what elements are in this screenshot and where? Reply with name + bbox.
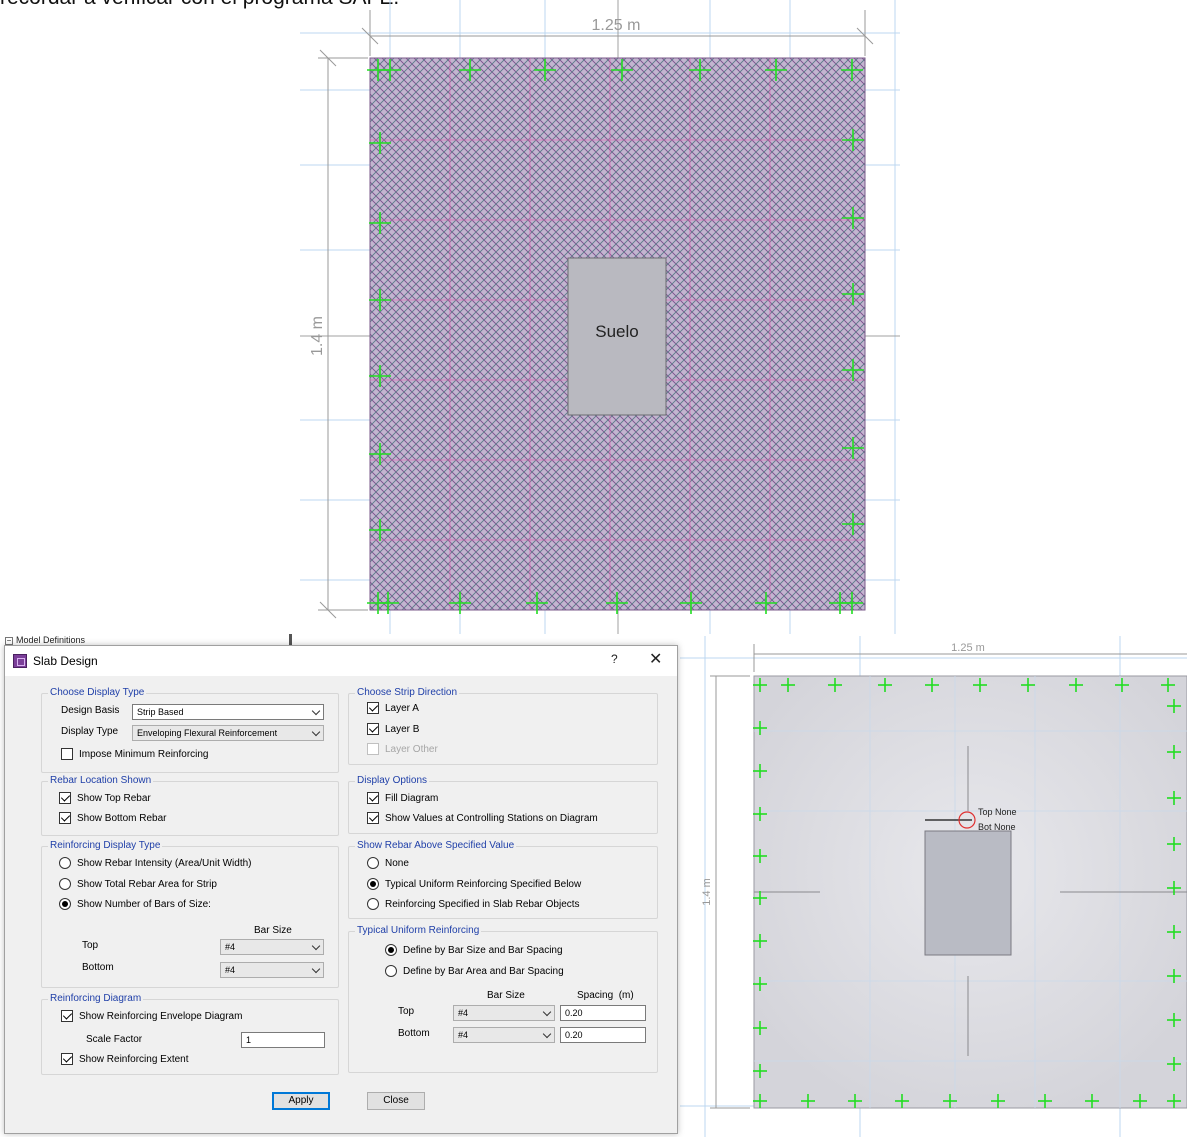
chevron-down-icon bbox=[542, 1007, 552, 1017]
show-values-checkbox[interactable]: Show Values at Controlling Stations on D… bbox=[367, 812, 598, 824]
top-bar-label: Top bbox=[82, 940, 99, 951]
uniform-top-label: Top bbox=[398, 1006, 415, 1017]
checkbox-box[interactable] bbox=[367, 702, 379, 714]
radio-circle[interactable] bbox=[385, 944, 397, 956]
display-type-label: Display Type bbox=[61, 726, 119, 737]
tree-model-definitions[interactable]: − Model Definitions bbox=[5, 635, 85, 645]
scale-factor-input[interactable]: 1 bbox=[241, 1032, 325, 1048]
top-bar-size-select[interactable]: #4 bbox=[220, 939, 324, 955]
group-title-display-options: Display Options bbox=[355, 775, 430, 786]
show-bottom-rebar-checkbox[interactable]: Show Bottom Rebar bbox=[59, 812, 167, 824]
tree-expand-icon[interactable]: − bbox=[5, 637, 13, 645]
slab-plan-top: Suelo 1.25 m 1.4 m bbox=[300, 0, 900, 634]
checkbox-box[interactable] bbox=[367, 792, 379, 804]
group-title-typical-uniform: Typical Uniform Reinforcing bbox=[355, 925, 482, 936]
group-title-reinforcing-diagram: Reinforcing Diagram bbox=[48, 993, 144, 1004]
rebar-above-none-radio[interactable]: None bbox=[367, 857, 409, 869]
slab-plan-bottom: Top None Bot None 1.25 m 1.4 m bbox=[680, 636, 1187, 1137]
radio-circle[interactable] bbox=[367, 857, 379, 869]
group-title-reinforcing-display: Reinforcing Display Type bbox=[48, 840, 163, 851]
uniform-bottom-label: Bottom bbox=[398, 1028, 430, 1039]
checkbox-box[interactable] bbox=[59, 792, 71, 804]
bot-rebar-label: Bot None bbox=[978, 822, 1016, 832]
checkbox-box[interactable] bbox=[61, 1053, 73, 1065]
checkbox-box[interactable] bbox=[61, 748, 73, 760]
show-top-rebar-checkbox[interactable]: Show Top Rebar bbox=[59, 792, 151, 804]
layer-other-checkbox: Layer Other bbox=[367, 743, 438, 755]
group-title-strip-direction: Choose Strip Direction bbox=[355, 687, 460, 698]
apply-button[interactable]: Apply bbox=[272, 1092, 330, 1110]
chevron-down-icon bbox=[542, 1029, 552, 1039]
impose-minimum-checkbox[interactable]: Impose Minimum Reinforcing bbox=[61, 748, 209, 760]
group-title-rebar-above: Show Rebar Above Specified Value bbox=[355, 840, 517, 851]
width-dimension-label-2: 1.25 m bbox=[951, 642, 985, 654]
total-rebar-area-radio[interactable]: Show Total Rebar Area for Strip bbox=[59, 878, 217, 890]
dialog-titlebar[interactable]: Slab Design ? ✕ bbox=[5, 646, 677, 676]
radio-circle[interactable] bbox=[367, 878, 379, 890]
define-by-size-radio[interactable]: Define by Bar Size and Bar Spacing bbox=[385, 944, 563, 956]
chevron-down-icon bbox=[311, 727, 321, 737]
uniform-bottom-spacing-input[interactable]: 0.20 bbox=[560, 1027, 646, 1043]
layer-a-checkbox[interactable]: Layer A bbox=[367, 702, 419, 714]
group-typical-uniform: Typical Uniform Reinforcing Define by Ba… bbox=[348, 925, 658, 1073]
column-label: Suelo bbox=[595, 322, 638, 341]
checkbox-box[interactable] bbox=[61, 1010, 73, 1022]
height-dimension-label-2: 1.4 m bbox=[701, 878, 713, 906]
bottom-bar-size-select[interactable]: #4 bbox=[220, 962, 324, 978]
group-strip-direction: Choose Strip Direction Layer A Layer B L… bbox=[348, 687, 658, 765]
group-title-display-type: Choose Display Type bbox=[48, 687, 147, 698]
dialog-title: Slab Design bbox=[33, 654, 98, 668]
group-title-rebar-location: Rebar Location Shown bbox=[48, 775, 154, 786]
checkbox-box[interactable] bbox=[367, 723, 379, 735]
group-reinforcing-diagram: Reinforcing Diagram Show Reinforcing Env… bbox=[41, 993, 339, 1075]
chevron-down-icon bbox=[311, 964, 321, 974]
slab-design-icon bbox=[13, 654, 27, 668]
checkbox-box[interactable] bbox=[59, 812, 71, 824]
layer-b-checkbox[interactable]: Layer B bbox=[367, 723, 419, 735]
design-basis-label: Design Basis bbox=[61, 705, 120, 716]
define-by-area-radio[interactable]: Define by Bar Area and Bar Spacing bbox=[385, 965, 564, 977]
envelope-diagram-checkbox[interactable]: Show Reinforcing Envelope Diagram bbox=[61, 1010, 242, 1022]
uniform-top-spacing-input[interactable]: 0.20 bbox=[560, 1005, 646, 1021]
radio-circle[interactable] bbox=[59, 898, 71, 910]
height-dimension-label: 1.4 m bbox=[309, 316, 326, 356]
group-reinforcing-display: Reinforcing Display Type Show Rebar Inte… bbox=[41, 840, 339, 988]
checkbox-box[interactable] bbox=[367, 812, 379, 824]
reinforcing-extent-checkbox[interactable]: Show Reinforcing Extent bbox=[61, 1053, 189, 1065]
help-button[interactable]: ? bbox=[611, 652, 618, 666]
width-dimension-label: 1.25 m bbox=[592, 17, 641, 34]
radio-circle[interactable] bbox=[367, 898, 379, 910]
group-rebar-location: Rebar Location Shown Show Top Rebar Show… bbox=[41, 775, 339, 836]
uniform-bottom-size-select[interactable]: #4 bbox=[453, 1027, 555, 1043]
uniform-bar-size-header: Bar Size bbox=[487, 990, 525, 1001]
display-type-select[interactable]: Enveloping Flexural Reinforcement bbox=[132, 725, 324, 741]
uniform-top-size-select[interactable]: #4 bbox=[453, 1005, 555, 1021]
bottom-bar-label: Bottom bbox=[82, 962, 114, 973]
top-rebar-label: Top None bbox=[978, 807, 1017, 817]
close-button[interactable]: Close bbox=[367, 1092, 425, 1110]
slab-design-dialog: Slab Design ? ✕ Choose Display Type Desi… bbox=[4, 645, 678, 1134]
radio-circle[interactable] bbox=[59, 878, 71, 890]
design-basis-select[interactable]: Strip Based bbox=[132, 704, 324, 720]
group-display-options: Display Options Fill Diagram Show Values… bbox=[348, 775, 658, 834]
group-display-type: Choose Display Type Design Basis Strip B… bbox=[41, 687, 339, 773]
rebar-intensity-radio[interactable]: Show Rebar Intensity (Area/Unit Width) bbox=[59, 857, 252, 869]
group-rebar-above: Show Rebar Above Specified Value None Ty… bbox=[348, 840, 658, 919]
chevron-down-icon bbox=[311, 706, 321, 716]
bar-size-header: Bar Size bbox=[254, 925, 292, 936]
rebar-above-slab-objects-radio[interactable]: Reinforcing Specified in Slab Rebar Obje… bbox=[367, 898, 580, 910]
chevron-down-icon bbox=[311, 941, 321, 951]
column-design bbox=[924, 830, 1012, 956]
number-of-bars-radio[interactable]: Show Number of Bars of Size: bbox=[59, 898, 211, 910]
close-icon[interactable]: ✕ bbox=[649, 649, 662, 669]
rebar-above-typical-radio[interactable]: Typical Uniform Reinforcing Specified Be… bbox=[367, 878, 581, 890]
scale-factor-label: Scale Factor bbox=[86, 1034, 143, 1045]
radio-circle[interactable] bbox=[59, 857, 71, 869]
radio-circle[interactable] bbox=[385, 965, 397, 977]
spacing-header: Spacing (m) bbox=[577, 990, 634, 1001]
fill-diagram-checkbox[interactable]: Fill Diagram bbox=[367, 792, 438, 804]
checkbox-box bbox=[367, 743, 379, 755]
